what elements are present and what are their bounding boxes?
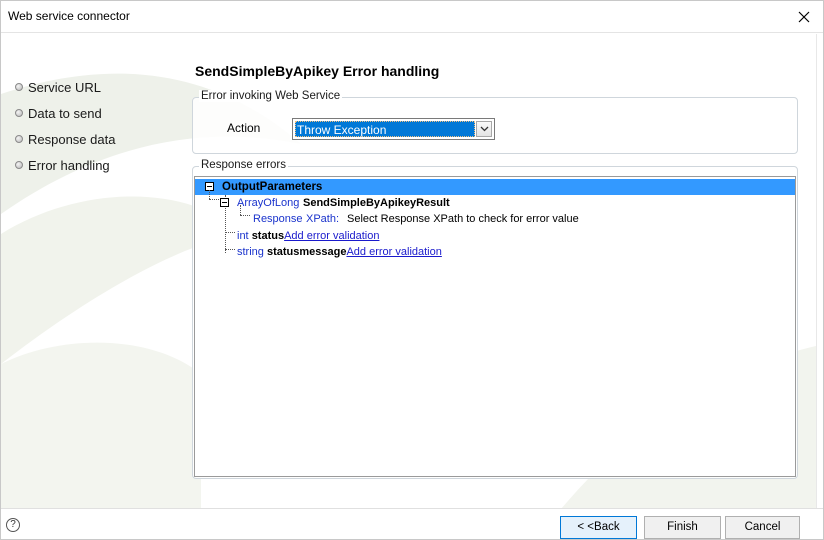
step-bullet-icon <box>15 161 23 169</box>
step-label: Error handling <box>28 157 110 173</box>
invoke-error-group: Error invoking Web Service Action Throw … <box>192 90 798 154</box>
tree-node-label: OutputParameters <box>222 181 323 193</box>
footer-bar: ? < <Back Finish Cancel <box>1 508 823 539</box>
result-name: SendSimpleByApikeyResult <box>303 197 450 209</box>
step-error-handling[interactable]: Error handling <box>15 152 175 178</box>
chevron-down-icon <box>480 126 488 132</box>
response-errors-group: Response errors OutputParameters ArrayOf… <box>192 159 798 479</box>
response-tree: OutputParameters ArrayOfLong SendSimpleB… <box>194 176 796 477</box>
step-label: Service URL <box>28 79 101 95</box>
step-data-to-send[interactable]: Data to send <box>15 100 175 126</box>
tree-connector <box>209 199 219 200</box>
step-service-url[interactable]: Service URL <box>15 74 175 100</box>
step-bullet-icon <box>15 83 23 91</box>
message-type: string <box>237 246 264 258</box>
response-label: Response <box>253 213 303 225</box>
step-label: Data to send <box>28 105 102 121</box>
tree-connector <box>225 232 235 233</box>
tree-connector <box>240 215 250 216</box>
close-button[interactable] <box>793 6 815 28</box>
tree-connector <box>225 249 235 250</box>
step-label: Response data <box>28 131 116 147</box>
page-title: SendSimpleByApikey Error handling <box>195 63 440 79</box>
finish-button[interactable]: Finish <box>644 516 721 539</box>
help-icon[interactable]: ? <box>6 518 20 532</box>
xpath-label[interactable]: XPath: <box>306 211 339 227</box>
tree-connector <box>209 190 210 199</box>
group-legend: Error invoking Web Service <box>199 90 343 102</box>
collapse-icon[interactable] <box>220 198 229 207</box>
action-select[interactable]: Throw Exception <box>292 118 495 140</box>
action-select-value: Throw Exception <box>295 121 475 137</box>
message-name: statusmessage <box>266 246 347 258</box>
dialog-window: Web service connector Service URL Data t… <box>0 0 824 540</box>
status-type: int <box>237 230 249 242</box>
tree-node-output-parameters[interactable]: OutputParameters <box>195 179 795 195</box>
wizard-steps: Service URL Data to send Response data E… <box>15 74 175 178</box>
add-error-validation-link[interactable]: Add error validation <box>284 230 379 242</box>
result-type: ArrayOfLong <box>237 197 300 209</box>
status-name: status <box>251 230 285 242</box>
group-legend: Response errors <box>199 159 289 171</box>
back-button[interactable]: < <Back <box>560 516 637 539</box>
step-bullet-icon <box>15 109 23 117</box>
xpath-hint: Select Response XPath to check for error… <box>347 213 579 225</box>
tree-node-statusmessage: string statusmessageAdd error validation <box>237 244 442 260</box>
window-title: Web service connector <box>8 9 130 23</box>
title-bar: Web service connector <box>1 1 823 33</box>
add-error-validation-link[interactable]: Add error validation <box>346 246 441 258</box>
action-label: Action <box>227 121 261 135</box>
tree-node-status: int statusAdd error validation <box>237 228 379 244</box>
dropdown-button[interactable] <box>476 121 492 137</box>
step-bullet-icon <box>15 135 23 143</box>
close-icon <box>798 11 810 23</box>
step-response-data[interactable]: Response data <box>15 126 175 152</box>
cancel-button[interactable]: Cancel <box>725 516 800 539</box>
window-edge <box>816 34 823 508</box>
